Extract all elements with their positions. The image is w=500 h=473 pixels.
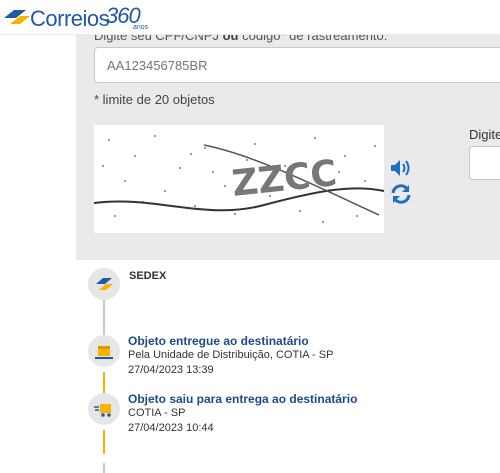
event-icon-out-for-delivery [88,393,120,425]
logo-text: Correios [30,6,110,31]
captcha-input[interactable] [469,146,500,180]
timeline-line-active [103,430,105,454]
event-datetime: 27/04/2023 10:44 [128,422,214,434]
site-header: Correios 360 anos [0,0,500,35]
timeline-line [103,463,105,473]
tracking-code-input[interactable] [94,47,500,83]
logo-anos: anos [133,24,149,31]
correios-arrow-icon [96,278,113,290]
limit-note: * limite de 20 objetos [94,92,215,107]
service-name: SEDEX [129,270,167,282]
delivered-package-icon [95,346,113,359]
correios-logo[interactable]: Correios 360 anos [0,0,155,35]
captcha-image: ZZCC [93,125,385,233]
captcha-label: Digite [469,127,500,142]
audio-captcha-button[interactable] [389,157,413,179]
correios-logo-icon [4,10,30,24]
event-datetime: 27/04/2023 13:39 [128,364,214,376]
event-location: COTIA - SP [128,407,186,419]
delivery-truck-icon [94,404,111,417]
audio-icon [391,160,410,176]
service-icon [88,268,120,300]
timeline-line [103,300,105,335]
event-title: Objeto entregue ao destinatário [128,334,309,348]
event-icon-delivered [88,335,120,367]
event-location: Pela Unidade de Distribuição, COTIA - SP [128,349,334,361]
refresh-icon [391,184,411,204]
refresh-captcha-button[interactable] [389,183,413,205]
event-title: Objeto saiu para entrega ao destinatário [128,392,358,406]
